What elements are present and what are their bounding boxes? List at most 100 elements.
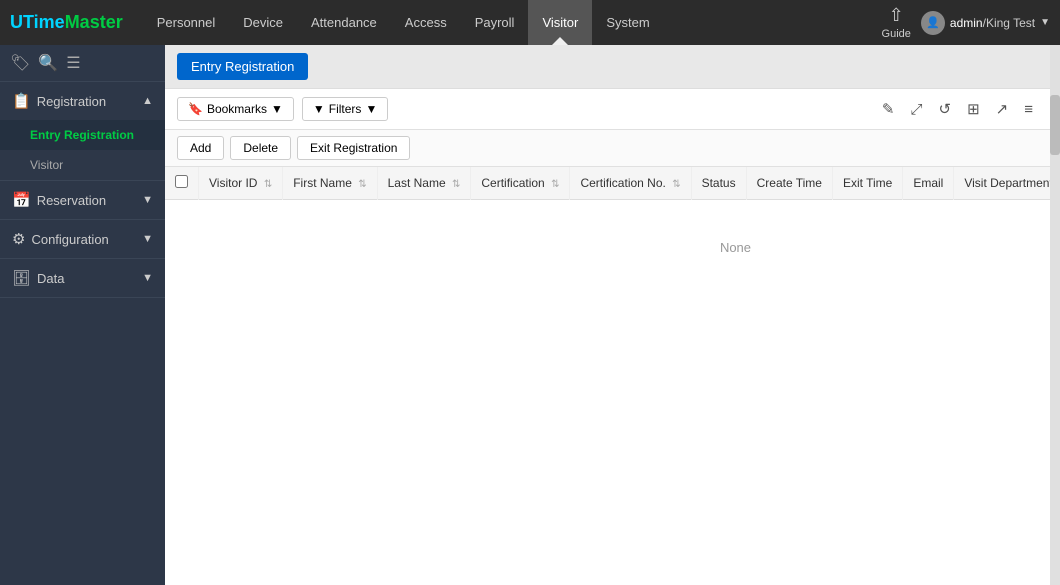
empty-row: None (165, 200, 1050, 296)
empty-message: None (165, 200, 1050, 296)
col-email: Email (903, 167, 954, 200)
bookmarks-label: Bookmarks (207, 102, 267, 116)
col-last-name[interactable]: Last Name ⇅ (377, 167, 471, 200)
table-container[interactable]: Visitor ID ⇅ First Name ⇅ Last Name ⇅ (165, 167, 1050, 585)
user-info[interactable]: 👤 admin/King Test ▼ (921, 11, 1050, 35)
scrollbar-handle[interactable] (1050, 95, 1060, 155)
sidebar-top-icons: 🏷 🔍 ☰ (0, 45, 165, 82)
select-all-checkbox[interactable] (175, 175, 188, 188)
logo-utime: UTime (10, 12, 65, 33)
col-status: Status (691, 167, 746, 200)
col-visitor-id-label: Visitor ID (209, 176, 257, 190)
entry-registration-tab[interactable]: Entry Registration (177, 53, 308, 80)
main-content: Entry Registration 🔖 Bookmarks ▼ ▼ Filte… (165, 45, 1050, 585)
add-button[interactable]: Add (177, 136, 224, 160)
nav-payroll[interactable]: Payroll (461, 0, 529, 45)
sidebar-section-registration: 📋 Registration ▲ Entry Registration Visi… (0, 82, 165, 181)
table-body: None (165, 200, 1050, 296)
sidebar-section-configuration: ⚙ Configuration ▼ (0, 220, 165, 259)
nav-attendance[interactable]: Attendance (297, 0, 391, 45)
toolbar: 🔖 Bookmarks ▼ ▼ Filters ▼ ✎ ⤢ ↺ ⊞ ↗ ≡ (165, 89, 1050, 130)
bookmark-icon: 🔖 (188, 102, 203, 116)
filters-label: Filters (329, 102, 362, 116)
nav-system[interactable]: System (592, 0, 663, 45)
col-visit-department-label: Visit Department (964, 176, 1050, 190)
col-certification[interactable]: Certification ⇅ (471, 167, 570, 200)
sort-first-name-icon: ⇅ (358, 179, 366, 190)
top-navigation: UTime Master Personnel Device Attendance… (0, 0, 1060, 45)
registration-icon: 📋 (12, 92, 31, 110)
toolbar-right: ✎ ⤢ ↺ ⊞ ↗ ≡ (877, 97, 1038, 121)
sidebar-item-visitor[interactable]: Visitor (0, 150, 165, 180)
nav-right: ⇧ Guide 👤 admin/King Test ▼ (882, 5, 1050, 40)
col-first-name[interactable]: First Name ⇅ (283, 167, 377, 200)
col-email-label: Email (913, 176, 943, 190)
col-exit-time: Exit Time (832, 167, 902, 200)
delete-button[interactable]: Delete (230, 136, 291, 160)
bookmarks-chevron-icon: ▼ (271, 102, 283, 116)
col-exit-time-label: Exit Time (843, 176, 892, 190)
col-last-name-label: Last Name (388, 176, 446, 190)
col-certification-no[interactable]: Certification No. ⇅ (570, 167, 691, 200)
sidebar-section-reservation: 📅 Reservation ▼ (0, 181, 165, 220)
menu-icon[interactable]: ☰ (66, 53, 80, 73)
reservation-arrow-icon: ▼ (142, 194, 153, 206)
search-icon[interactable]: 🔍 (38, 53, 58, 73)
table-header-row: Visitor ID ⇅ First Name ⇅ Last Name ⇅ (165, 167, 1050, 200)
sidebar-configuration-header[interactable]: ⚙ Configuration ▼ (0, 220, 165, 258)
sub-header: Entry Registration (165, 45, 1050, 89)
sidebar-reservation-header[interactable]: 📅 Reservation ▼ (0, 181, 165, 219)
col-certification-label: Certification (481, 176, 544, 190)
layout-button[interactable]: ⊞ (962, 97, 985, 121)
refresh-button[interactable]: ↺ (934, 97, 957, 121)
edit-button[interactable]: ✎ (877, 97, 900, 121)
action-bar: Add Delete Exit Registration (165, 130, 1050, 167)
filter-icon: ▼ (313, 102, 325, 116)
guide-label: Guide (882, 28, 911, 40)
sidebar-data-label: Data (37, 271, 142, 286)
sidebar-configuration-label: Configuration (31, 232, 142, 247)
nav-items: Personnel Device Attendance Access Payro… (143, 0, 882, 45)
exit-registration-button[interactable]: Exit Registration (297, 136, 410, 160)
sort-visitor-id-icon: ⇅ (264, 179, 272, 190)
col-create-time-label: Create Time (757, 176, 822, 190)
sort-certification-icon: ⇅ (551, 179, 559, 190)
settings-button[interactable]: ≡ (1019, 98, 1038, 121)
expand-button[interactable]: ⤢ (905, 98, 927, 121)
right-scrollbar[interactable] (1050, 45, 1060, 585)
sort-last-name-icon: ⇅ (452, 179, 460, 190)
sort-certification-no-icon: ⇅ (672, 179, 680, 190)
sidebar-registration-header[interactable]: 📋 Registration ▲ (0, 82, 165, 120)
user-text: admin/King Test (950, 16, 1035, 30)
select-all-checkbox-header[interactable] (165, 167, 199, 200)
nav-device[interactable]: Device (229, 0, 297, 45)
col-visitor-id[interactable]: Visitor ID ⇅ (199, 167, 283, 200)
col-visit-department: Visit Department (954, 167, 1050, 200)
visitors-table: Visitor ID ⇅ First Name ⇅ Last Name ⇅ (165, 167, 1050, 295)
registration-arrow-icon: ▲ (142, 95, 153, 107)
filters-button[interactable]: ▼ Filters ▼ (302, 97, 388, 121)
col-first-name-label: First Name (293, 176, 352, 190)
bookmarks-button[interactable]: 🔖 Bookmarks ▼ (177, 97, 294, 121)
configuration-arrow-icon: ▼ (142, 233, 153, 245)
logo-master: Master (65, 12, 123, 33)
nav-visitor[interactable]: Visitor (528, 0, 592, 45)
sidebar-item-entry-registration[interactable]: Entry Registration (0, 120, 165, 150)
user-name: King Test (986, 16, 1035, 30)
chevron-down-icon: ▼ (1040, 17, 1050, 28)
col-create-time: Create Time (746, 167, 832, 200)
nav-access[interactable]: Access (391, 0, 461, 45)
filters-chevron-icon: ▼ (365, 102, 377, 116)
data-arrow-icon: ▼ (142, 272, 153, 284)
main-layout: 🏷 🔍 ☰ 📋 Registration ▲ Entry Registratio… (0, 45, 1060, 585)
guide-button[interactable]: ⇧ Guide (882, 5, 911, 40)
sidebar-data-header[interactable]: 🗄 Data ▼ (0, 259, 165, 297)
sidebar-reservation-label: Reservation (37, 193, 142, 208)
col-certification-no-label: Certification No. (580, 176, 665, 190)
guide-icon: ⇧ (889, 5, 904, 26)
export-button[interactable]: ↗ (991, 97, 1014, 121)
user-admin: admin (950, 16, 983, 30)
nav-personnel[interactable]: Personnel (143, 0, 230, 45)
sidebar-registration-label: Registration (37, 94, 142, 109)
tag-icon[interactable]: 🏷 (10, 53, 30, 73)
